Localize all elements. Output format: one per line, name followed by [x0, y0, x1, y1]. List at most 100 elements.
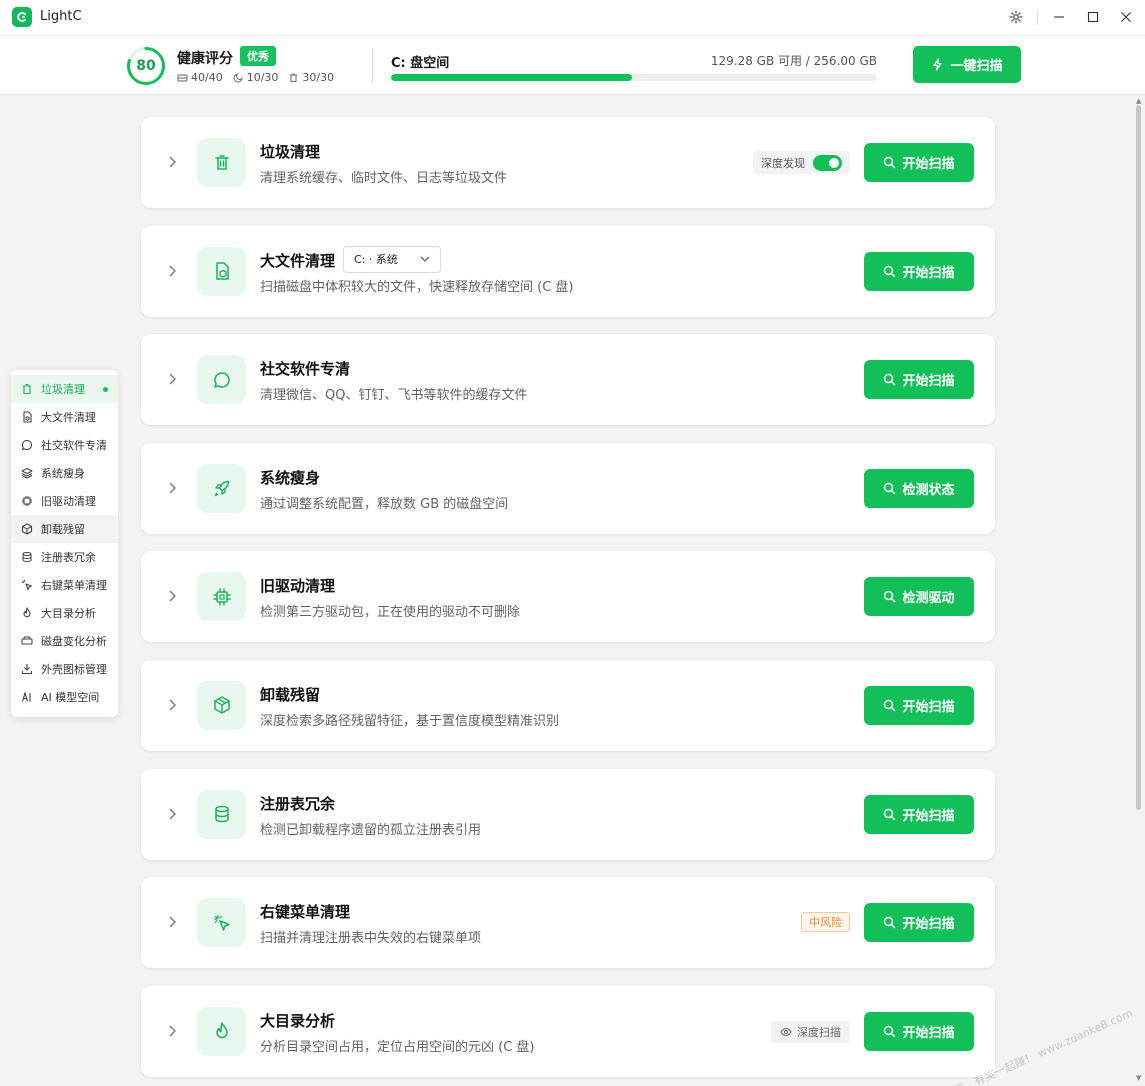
chat-icon	[197, 355, 246, 405]
button-label: 开始扫描	[902, 265, 955, 281]
card-uninstall-residue[interactable]: 卸载残留 深度检索多路径残留特征，基于置信度模型精准识别 开始扫描	[141, 659, 995, 751]
card-system-slim[interactable]: 系统瘦身 通过调整系统配置，释放数 GB 的磁盘空间 检测状态	[141, 442, 995, 534]
card-description: 清理微信、QQ、钉钉、飞书等软件的缓存文件	[260, 388, 528, 404]
toggle-switch[interactable]	[813, 154, 842, 171]
card-registry-redundancy[interactable]: 注册表冗余 检测已卸载程序遗留的孤立注册表引用 开始扫描	[141, 768, 995, 860]
check-status-button[interactable]: 检测状态	[864, 468, 974, 508]
header-divider	[372, 48, 373, 84]
expand-chevron-icon[interactable]	[165, 587, 179, 605]
card-description: 深度检索多路径残留特征，基于置信度模型精准识别	[260, 713, 560, 729]
nav-item-shell-icon[interactable]: 外壳图标管理	[11, 655, 118, 683]
card-old-driver-clean[interactable]: 旧驱动清理 检测第三方驱动包，正在使用的驱动不可删除 检测驱动	[141, 551, 995, 643]
nav-item-large-directory[interactable]: 大目录分析	[11, 599, 118, 627]
card-large-file-clean[interactable]: 大文件清理 C: · 系统 扫描磁盘中体积较大的文件，快速释放存储空间 (C 盘…	[141, 225, 995, 317]
nav-item-system-slim[interactable]: 系统瘦身	[11, 459, 118, 487]
expand-chevron-icon[interactable]	[165, 262, 179, 280]
nav-label: 外壳图标管理	[41, 663, 107, 676]
trash-icon	[290, 73, 298, 82]
expand-chevron-icon[interactable]	[165, 805, 179, 823]
card-context-menu-clean[interactable]: 右键菜单清理 扫描并清理注册表中失效的右键菜单项 中风险 开始扫描	[141, 877, 995, 969]
package-icon	[21, 523, 33, 535]
nav-item-old-driver[interactable]: 旧驱动清理	[11, 487, 118, 515]
card-description: 清理系统缓存、临时文件、日志等垃圾文件	[260, 171, 508, 186]
drive-select-dropdown[interactable]: C: · 系统	[343, 245, 441, 273]
disk-free-text: 129.28 GB 可用 / 256.00 GB	[710, 54, 877, 68]
nav-item-context-menu[interactable]: 右键菜单清理	[11, 571, 118, 599]
button-label: 检测状态	[902, 482, 955, 498]
one-key-scan-button[interactable]: 一键扫描	[913, 46, 1021, 83]
close-button[interactable]	[1113, 5, 1139, 29]
settings-gear-icon[interactable]	[1003, 5, 1029, 29]
time-stat-value: 10/30	[246, 71, 279, 84]
start-scan-button[interactable]: 开始扫描	[864, 143, 974, 182]
search-icon	[884, 699, 896, 712]
nav-item-large-file[interactable]: 大文件清理	[11, 403, 118, 431]
scrollbar-thumb[interactable]	[1136, 105, 1141, 810]
nav-item-ai-model[interactable]: AI 模型空间	[11, 683, 118, 711]
one-key-scan-label: 一键扫描	[950, 59, 1003, 74]
start-scan-button[interactable]: 开始扫描	[864, 1011, 974, 1051]
start-scan-button[interactable]: 开始扫描	[864, 685, 974, 725]
start-scan-button[interactable]: 开始扫描	[864, 903, 974, 943]
nav-item-disk-change[interactable]: 磁盘变化分析	[11, 627, 118, 655]
card-title: 卸载残留	[260, 685, 321, 704]
moon-clock-icon	[233, 73, 243, 83]
card-title: 社交软件专清	[260, 360, 351, 379]
chevron-down-icon	[420, 256, 430, 263]
download-tray-icon	[21, 664, 33, 675]
drive-select-value: C: · 系统	[354, 253, 398, 267]
package-icon	[197, 680, 246, 730]
check-driver-button[interactable]: 检测驱动	[864, 577, 974, 617]
search-icon	[884, 1025, 896, 1037]
disk-usage-fill	[391, 74, 632, 81]
card-large-directory-analysis[interactable]: 大目录分析 分析目录空间占用，定位占用空间的元凶 (C 盘) 深度扫描 开始扫描	[141, 985, 995, 1077]
button-label: 开始扫描	[902, 157, 955, 172]
card-description: 通过调整系统配置，释放数 GB 的磁盘空间	[260, 496, 509, 512]
database-icon	[197, 789, 246, 839]
main-scrollbar[interactable]: ▲ ▼	[1136, 97, 1142, 1082]
expand-chevron-icon[interactable]	[165, 153, 179, 171]
expand-chevron-icon[interactable]	[165, 696, 179, 714]
titlebar-divider	[1037, 10, 1038, 25]
trash-icon	[197, 138, 246, 187]
minimize-button[interactable]	[1046, 5, 1072, 29]
lightning-icon	[933, 58, 943, 71]
scroll-down-arrow-icon[interactable]: ▼	[1136, 1074, 1141, 1082]
deep-scan-chip[interactable]: 深度扫描	[771, 1020, 850, 1043]
nav-item-junk-clean[interactable]: 垃圾清理	[11, 375, 118, 403]
feature-card-list: 垃圾清理 清理系统缓存、临时文件、日志等垃圾文件 深度发现 开始扫描 大文件清理…	[141, 117, 995, 1086]
nav-item-registry[interactable]: 注册表冗余	[11, 543, 118, 571]
app-title: LightC	[40, 9, 82, 24]
nav-label: AI 模型空间	[41, 691, 100, 704]
drive-icon	[21, 636, 33, 645]
card-junk-clean[interactable]: 垃圾清理 清理系统缓存、临时文件、日志等垃圾文件 深度发现 开始扫描	[141, 117, 995, 208]
start-scan-button[interactable]: 开始扫描	[864, 251, 974, 291]
database-icon	[22, 552, 32, 563]
button-label: 开始扫描	[902, 1025, 955, 1041]
nav-label: 磁盘变化分析	[41, 635, 107, 648]
nav-label: 大目录分析	[41, 607, 96, 620]
scroll-up-arrow-icon[interactable]: ▲	[1136, 97, 1141, 105]
deep-discover-toggle[interactable]: 深度发现	[753, 151, 850, 174]
expand-chevron-icon[interactable]	[165, 370, 179, 388]
active-dot	[103, 387, 108, 392]
rocket-icon	[197, 463, 246, 513]
card-description: 检测已卸载程序遗留的孤立注册表引用	[260, 822, 482, 838]
health-status-badge: 优秀	[240, 46, 276, 66]
start-scan-button[interactable]: 开始扫描	[864, 794, 974, 834]
maximize-button[interactable]	[1080, 5, 1106, 29]
search-icon	[884, 916, 896, 929]
card-social-clean[interactable]: 社交软件专清 清理微信、QQ、钉钉、飞书等软件的缓存文件 开始扫描	[141, 334, 995, 426]
card-description: 扫描并清理注册表中失效的右键菜单项	[260, 931, 482, 947]
nav-label: 注册表冗余	[41, 551, 96, 564]
nav-item-uninstall-residue[interactable]: 卸载残留	[11, 515, 118, 543]
expand-chevron-icon[interactable]	[165, 479, 179, 497]
nav-item-social[interactable]: 社交软件专清	[11, 431, 118, 459]
expand-chevron-icon[interactable]	[165, 1022, 179, 1040]
nav-label: 大文件清理	[41, 411, 96, 424]
start-scan-button[interactable]: 开始扫描	[864, 360, 974, 400]
search-icon	[884, 373, 896, 386]
expand-chevron-icon[interactable]	[165, 913, 179, 931]
search-icon	[884, 482, 896, 495]
file-box-icon	[197, 246, 246, 296]
